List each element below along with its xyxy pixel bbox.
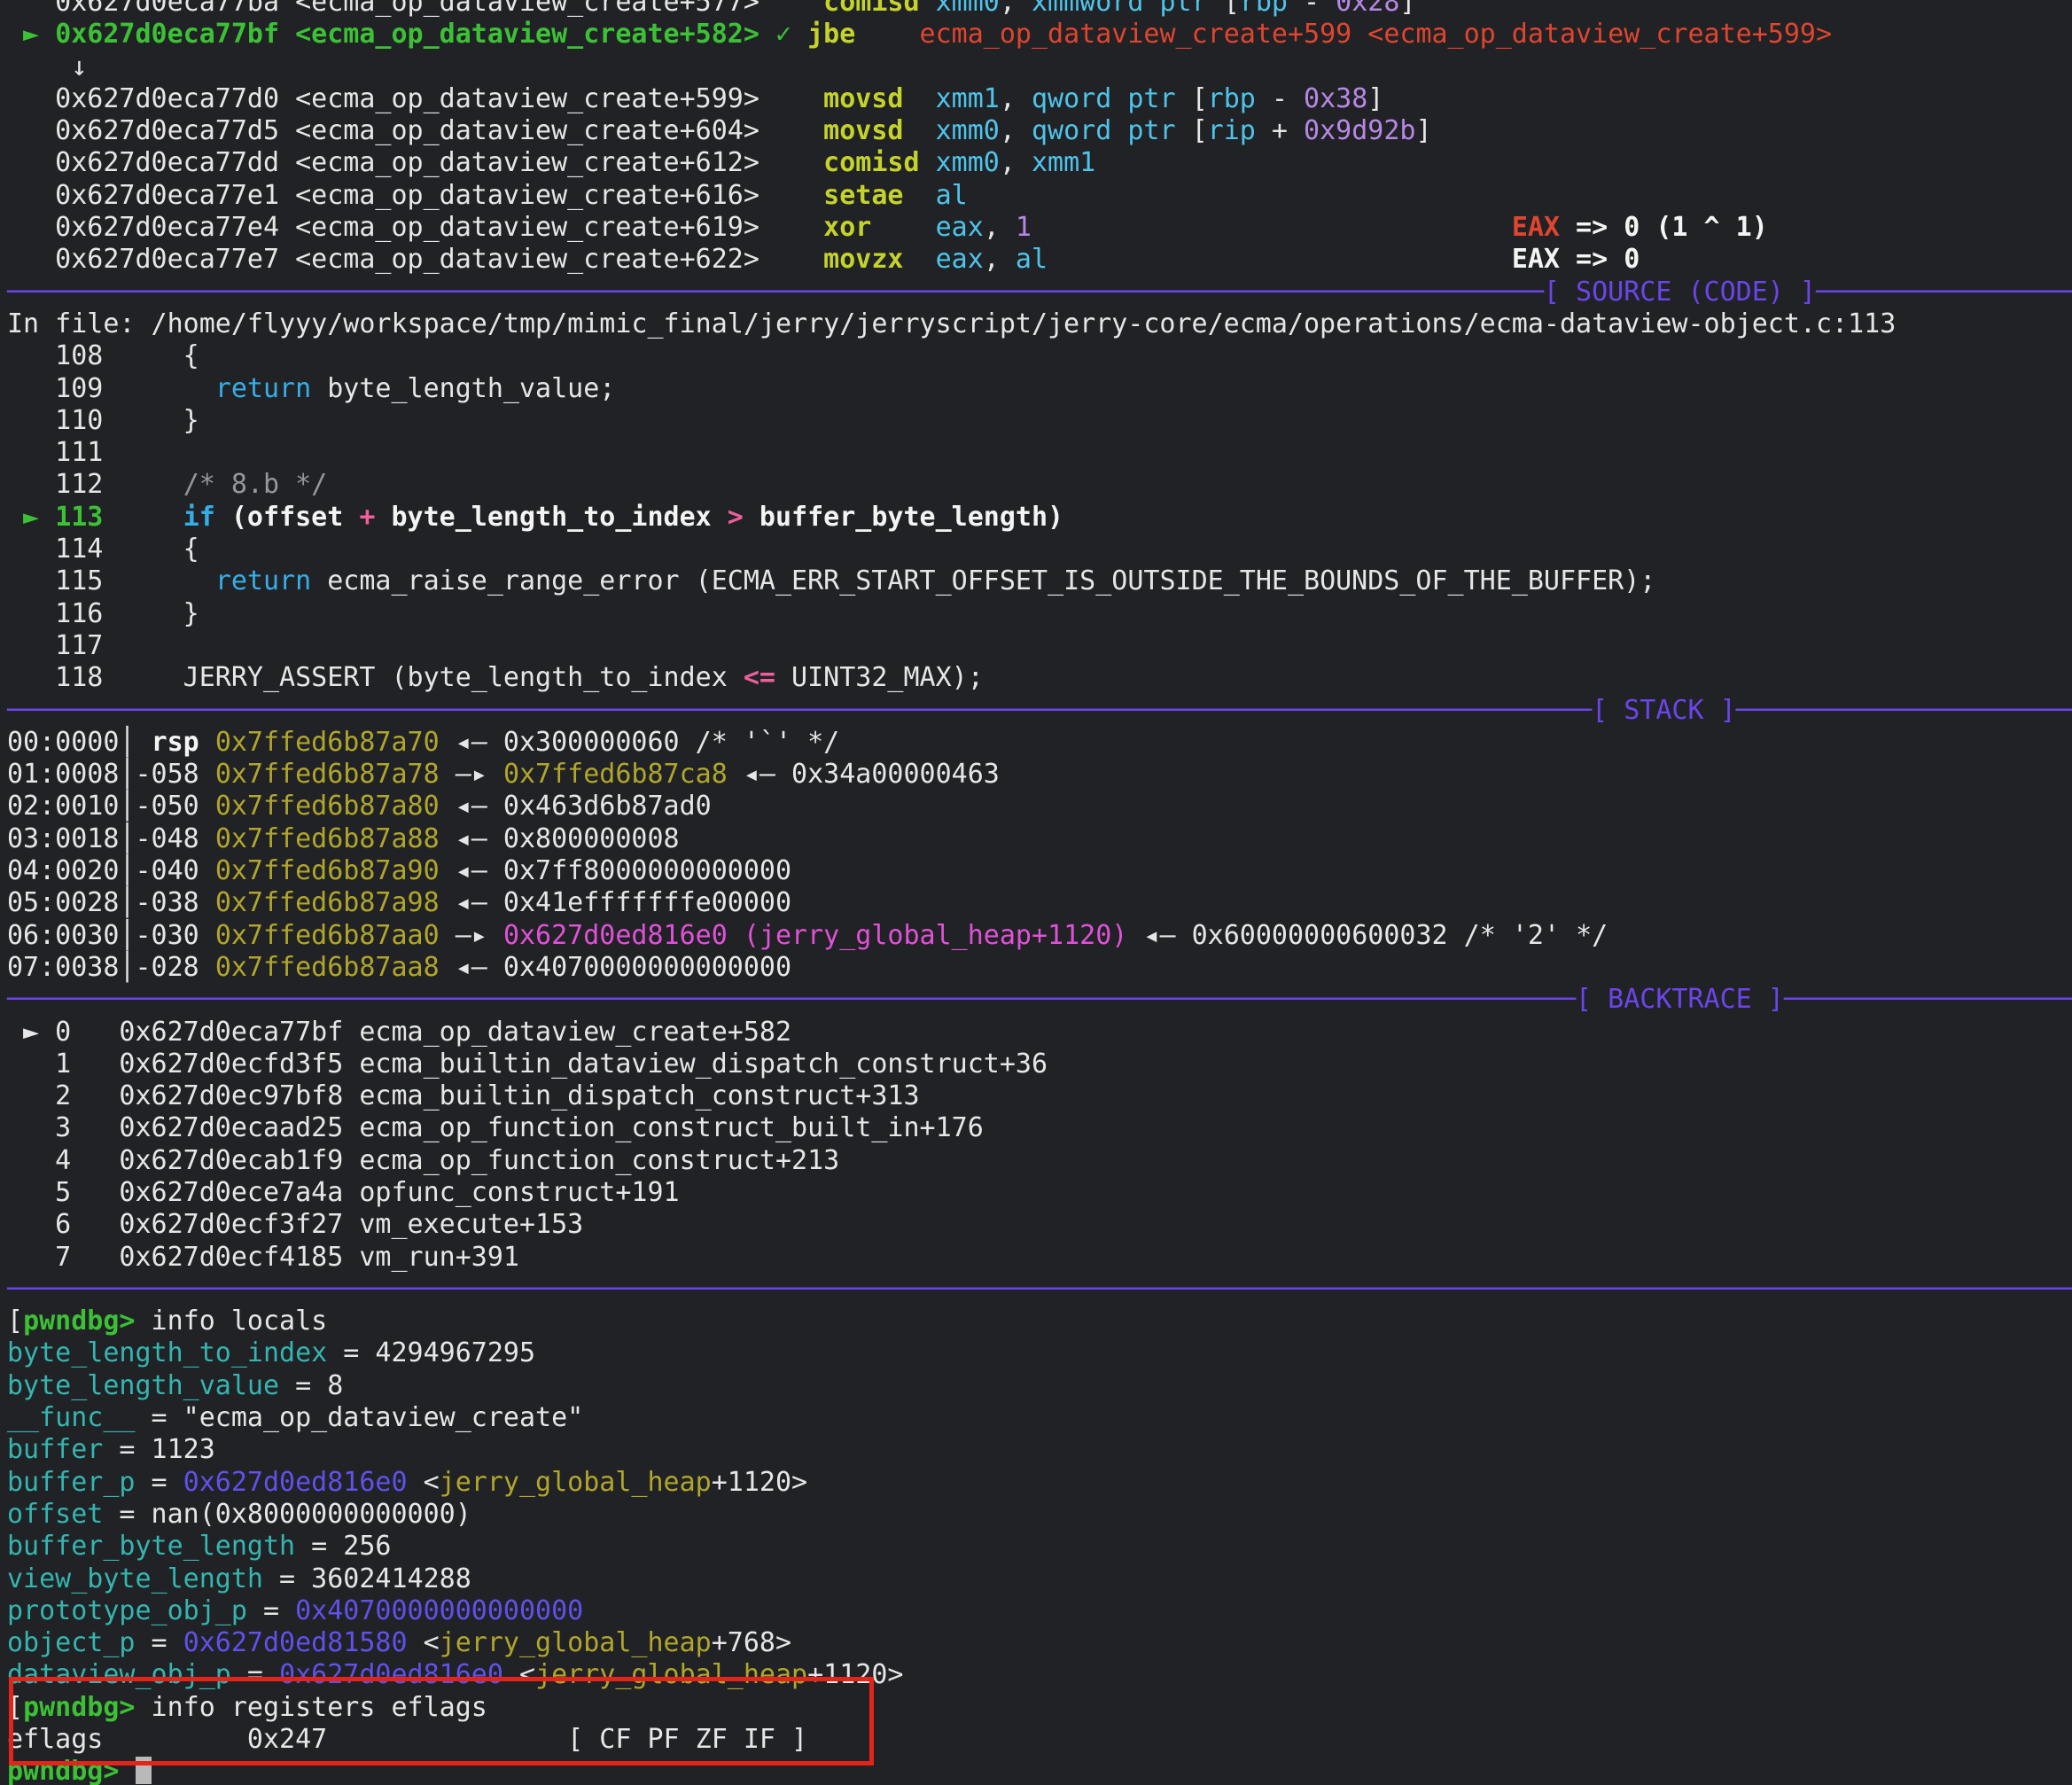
source-row: 114 { bbox=[7, 534, 2072, 565]
locals-row: prototype_obj_p = 0x4070000000000000 bbox=[7, 1595, 2072, 1627]
disasm-branch-arrow: ↓ bbox=[7, 51, 2072, 83]
stack-row: 05:0028│-038 0x7ffed6b87a98 ◂— 0x41effff… bbox=[7, 887, 2072, 919]
locals-row: view_byte_length = 3602414288 bbox=[7, 1563, 2072, 1595]
disasm-row: 0x627d0eca77e1 <ecma_op_dataview_create+… bbox=[7, 180, 2072, 212]
terminal-cursor bbox=[136, 1757, 152, 1784]
locals-row: dataview_obj_p = 0x627d0ed816e0 <jerry_g… bbox=[7, 1659, 2072, 1691]
source-row: 112 /* 8.b */ bbox=[7, 469, 2072, 501]
locals-row: byte_length_to_index = 4294967295 bbox=[7, 1337, 2072, 1369]
section-separator-backtrace: ────────────────────────────────────────… bbox=[7, 984, 2072, 1016]
backtrace-row: 6 0x627d0ecf3f27 vm_execute+153 bbox=[7, 1209, 2072, 1241]
source-file-path: In file: /home/flyyy/workspace/tmp/mimic… bbox=[7, 308, 2072, 340]
stack-row: 07:0038│-028 0x7ffed6b87aa8 ◂— 0x4070000… bbox=[7, 952, 2072, 984]
disasm-row: 0x627d0eca77ba <ecma_op_dataview_create+… bbox=[7, 0, 2072, 19]
stack-row: 02:0010│-050 0x7ffed6b87a80 ◂— 0x463d6b8… bbox=[7, 791, 2072, 822]
section-separator-label: ────────────────────────────────────────… bbox=[7, 277, 2072, 308]
stack-row: 03:0018│-048 0x7ffed6b87a88 ◂— 0x8000000… bbox=[7, 823, 2072, 855]
stack-row: 01:0008│-058 0x7ffed6b87a78 —▸ 0x7ffed6b… bbox=[7, 759, 2072, 791]
pwndbg-terminal-screen: 0x627d0eca77ba <ecma_op_dataview_create+… bbox=[0, 0, 2072, 1785]
locals-row: buffer_byte_length = 256 bbox=[7, 1531, 2072, 1563]
stack-row: 00:0000│ rsp 0x7ffed6b87a70 ◂— 0x3000000… bbox=[7, 727, 2072, 759]
locals-row: buffer_p = 0x627d0ed816e0 <jerry_global_… bbox=[7, 1467, 2072, 1499]
disasm-row: 0x627d0eca77e4 <ecma_op_dataview_create+… bbox=[7, 212, 2072, 244]
source-row: 109 return byte_length_value; bbox=[7, 373, 2072, 405]
disasm-row-current: ► 0x627d0eca77bf <ecma_op_dataview_creat… bbox=[7, 19, 2072, 51]
section-separator-label: ────────────────────────────────────────… bbox=[7, 695, 2072, 726]
locals-row: object_p = 0x627d0ed81580 <jerry_global_… bbox=[7, 1627, 2072, 1659]
backtrace-row: 5 0x627d0ece7a4a opfunc_construct+191 bbox=[7, 1177, 2072, 1209]
section-separator-line: ────────────────────────────────────────… bbox=[7, 1274, 2072, 1305]
backtrace-row-current: ► 0 0x627d0eca77bf ecma_op_dataview_crea… bbox=[7, 1017, 2072, 1048]
console-prompt-row: [pwndbg> info locals bbox=[7, 1306, 2072, 1337]
backtrace-row: 3 0x627d0ecaad25 ecma_op_function_constr… bbox=[7, 1112, 2072, 1144]
prompt-row: pwndbg> bbox=[7, 1756, 2072, 1785]
stack-row: 06:0030│-030 0x7ffed6b87aa0 —▸ 0x627d0ed… bbox=[7, 920, 2072, 952]
section-separator-stack: ────────────────────────────────────────… bbox=[7, 695, 2072, 727]
source-row-current: ► 113 if (offset + byte_length_to_index … bbox=[7, 502, 2072, 534]
disasm-row: 0x627d0eca77d0 <ecma_op_dataview_create+… bbox=[7, 83, 2072, 115]
source-row: 110 } bbox=[7, 405, 2072, 437]
backtrace-row: 7 0x627d0ecf4185 vm_run+391 bbox=[7, 1242, 2072, 1274]
locals-row: __func__ = "ecma_op_dataview_create" bbox=[7, 1402, 2072, 1434]
section-separator-label: ────────────────────────────────────────… bbox=[7, 984, 2072, 1015]
console-prompt-row: [pwndbg> info registers eflags bbox=[7, 1692, 2072, 1724]
source-row: 118 JERRY_ASSERT (byte_length_to_index <… bbox=[7, 662, 2072, 694]
source-row: 117 bbox=[7, 630, 2072, 662]
disasm-row: 0x627d0eca77e7 <ecma_op_dataview_create+… bbox=[7, 244, 2072, 276]
section-separator-bottom: ────────────────────────────────────────… bbox=[7, 1274, 2072, 1306]
source-row: 108 { bbox=[7, 340, 2072, 372]
locals-row: buffer = 1123 bbox=[7, 1434, 2072, 1466]
eflags-row: eflags 0x247 [ CF PF ZF IF ] bbox=[7, 1724, 2072, 1756]
section-separator-source: ────────────────────────────────────────… bbox=[7, 277, 2072, 308]
backtrace-row: 4 0x627d0ecab1f9 ecma_op_function_constr… bbox=[7, 1145, 2072, 1177]
stack-row: 04:0020│-040 0x7ffed6b87a90 ◂— 0x7ff8000… bbox=[7, 855, 2072, 887]
backtrace-row: 1 0x627d0ecfd3f5 ecma_builtin_dataview_d… bbox=[7, 1048, 2072, 1080]
locals-row: offset = nan(0x8000000000000) bbox=[7, 1499, 2072, 1531]
backtrace-row: 2 0x627d0ec97bf8 ecma_builtin_dispatch_c… bbox=[7, 1080, 2072, 1112]
disasm-row: 0x627d0eca77dd <ecma_op_dataview_create+… bbox=[7, 147, 2072, 179]
source-row: 115 return ecma_raise_range_error (ECMA_… bbox=[7, 565, 2072, 597]
source-row: 116 } bbox=[7, 598, 2072, 630]
locals-row: byte_length_value = 8 bbox=[7, 1370, 2072, 1402]
source-row: 111 bbox=[7, 437, 2072, 469]
terminal-output[interactable]: 0x627d0eca77ba <ecma_op_dataview_create+… bbox=[7, 0, 2072, 1785]
disasm-row: 0x627d0eca77d5 <ecma_op_dataview_create+… bbox=[7, 115, 2072, 147]
